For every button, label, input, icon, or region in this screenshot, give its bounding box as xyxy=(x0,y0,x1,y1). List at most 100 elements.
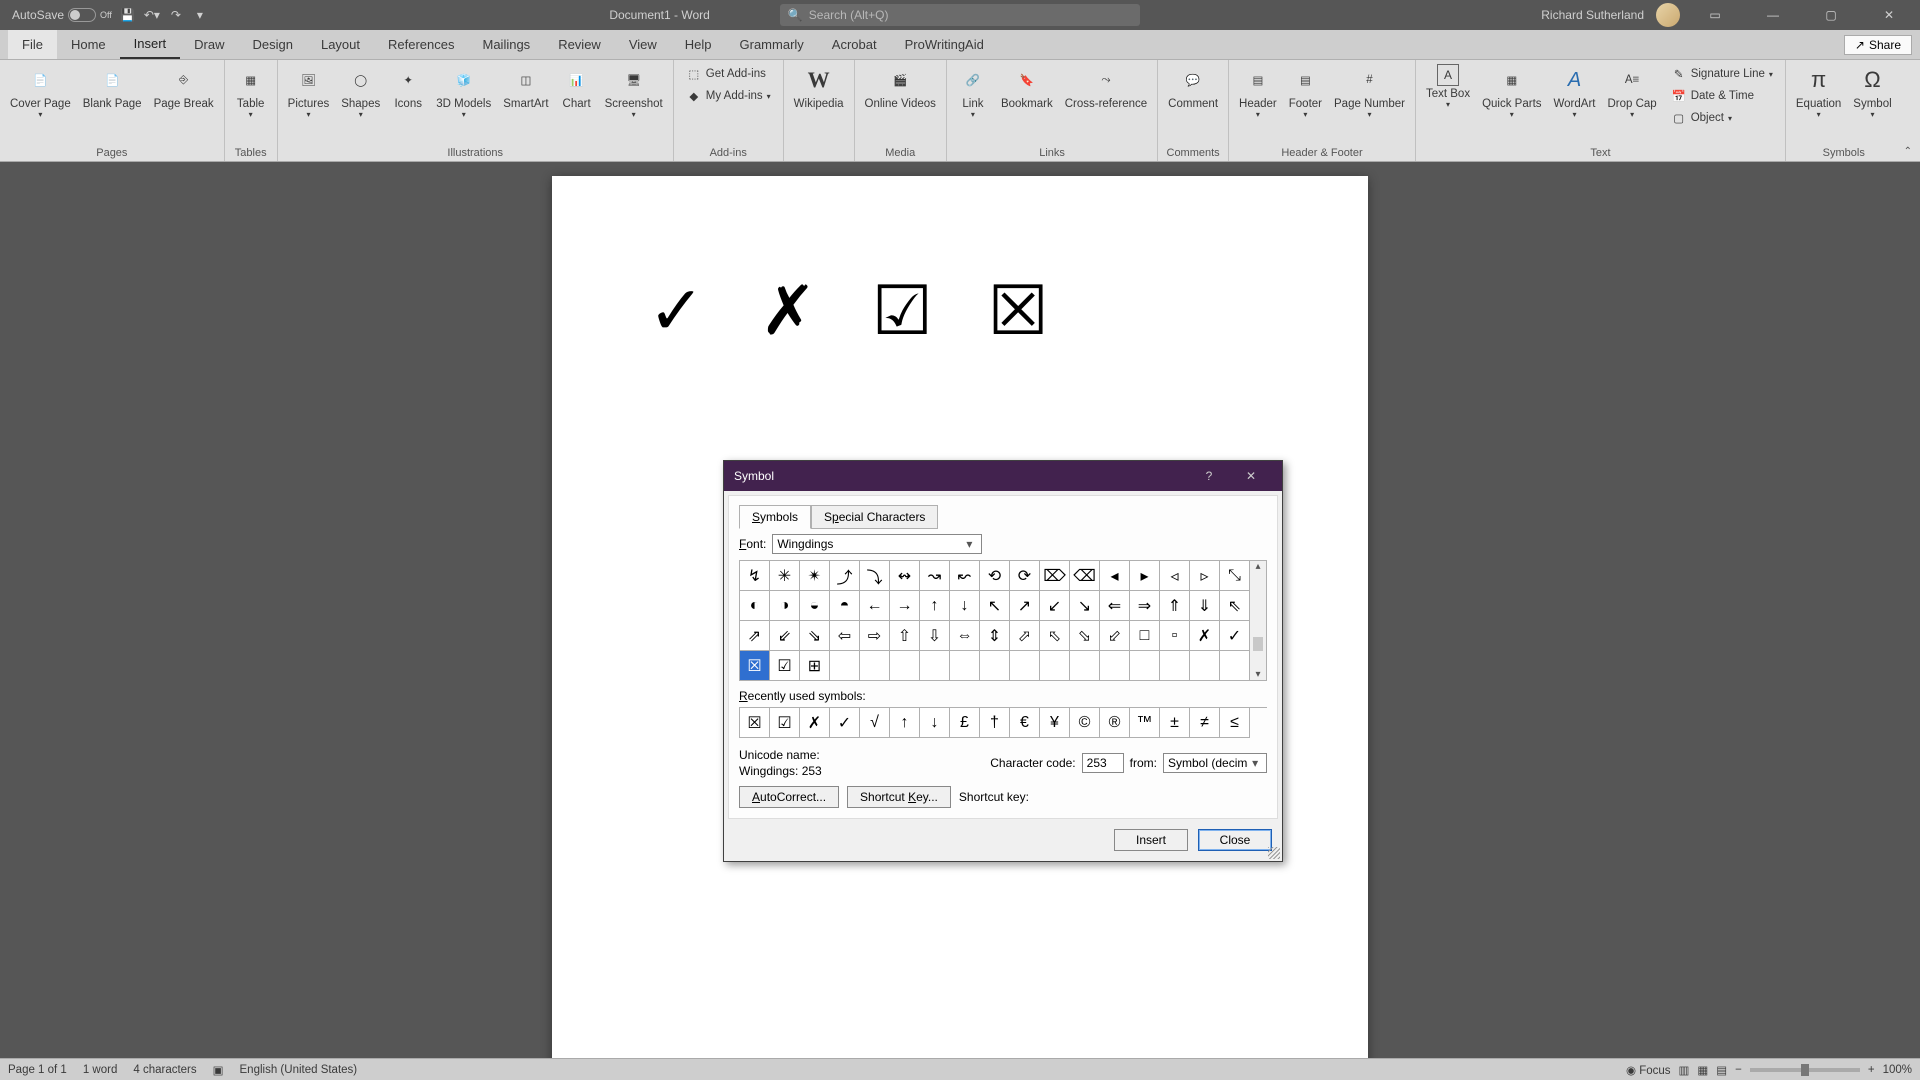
symbol-cell[interactable] xyxy=(1010,651,1040,681)
symbol-button[interactable]: ΩSymbol▾ xyxy=(1847,62,1897,121)
page-break-button[interactable]: ⎆Page Break xyxy=(148,62,220,112)
ribbon-display-options-icon[interactable]: ▭ xyxy=(1692,0,1738,30)
symbol-cell[interactable]: ◐ xyxy=(740,591,770,621)
redo-icon[interactable]: ↷ xyxy=(168,7,184,23)
document-content[interactable]: ✓ ✗ ☑ ☒ xyxy=(648,272,1272,351)
minimize-icon[interactable]: — xyxy=(1750,0,1796,30)
recent-symbol-cell[interactable]: ✗ xyxy=(800,708,830,738)
status-words[interactable]: 1 word xyxy=(83,1064,118,1076)
symbol-cell[interactable]: ▸ xyxy=(1130,561,1160,591)
print-layout-icon[interactable]: ▦ xyxy=(1697,1063,1708,1077)
3d-models-button[interactable]: 🧊3D Models▾ xyxy=(430,62,497,121)
symbol-cell[interactable]: ⇑ xyxy=(1160,591,1190,621)
symbol-cell[interactable] xyxy=(980,651,1010,681)
smartart-button[interactable]: ◫SmartArt xyxy=(497,62,554,112)
comment-button[interactable]: 💬Comment xyxy=(1162,62,1224,112)
footer-button[interactable]: ▤Footer▾ xyxy=(1283,62,1328,121)
recent-symbols-row[interactable]: ☒☑✗✓√↑↓£†€¥©®™±≠≤ xyxy=(739,707,1267,738)
symbol-cell[interactable]: ⬀ xyxy=(1010,621,1040,651)
tab-references[interactable]: References xyxy=(374,30,468,59)
tab-draw[interactable]: Draw xyxy=(180,30,238,59)
bookmark-button[interactable]: 🔖Bookmark xyxy=(995,62,1059,112)
tab-mailings[interactable]: Mailings xyxy=(469,30,545,59)
symbol-cell[interactable]: ⇔ xyxy=(950,621,980,651)
symbol-cell[interactable]: ↓ xyxy=(950,591,980,621)
symbol-cell[interactable]: ✴ xyxy=(800,561,830,591)
recent-symbol-cell[interactable]: √ xyxy=(860,708,890,738)
symbol-cell[interactable] xyxy=(1070,651,1100,681)
object-button[interactable]: ▢Object▾ xyxy=(1667,108,1777,128)
undo-icon[interactable]: ↶▾ xyxy=(144,7,160,23)
symbol-cell[interactable]: ⇓ xyxy=(1190,591,1220,621)
symbol-cell[interactable] xyxy=(1220,651,1250,681)
shapes-button[interactable]: ◯Shapes▾ xyxy=(335,62,386,121)
search-box[interactable]: 🔍 Search (Alt+Q) xyxy=(780,4,1140,26)
symbol-cell[interactable]: ⬂ xyxy=(1070,621,1100,651)
symbol-cell[interactable]: ↖ xyxy=(980,591,1010,621)
dialog-titlebar[interactable]: Symbol ? ✕ xyxy=(724,461,1282,491)
recent-symbol-cell[interactable]: ☑ xyxy=(770,708,800,738)
share-button[interactable]: ↗ Share xyxy=(1844,35,1912,55)
symbol-cell[interactable]: ⇖ xyxy=(1220,591,1250,621)
symbol-cell[interactable]: ↘ xyxy=(1070,591,1100,621)
tab-grammarly[interactable]: Grammarly xyxy=(726,30,818,59)
symbol-cell[interactable]: ↭ xyxy=(890,561,920,591)
close-icon[interactable]: ✕ xyxy=(1866,0,1912,30)
tab-prowritingaid[interactable]: ProWritingAid xyxy=(891,30,998,59)
symbol-cell[interactable]: □ xyxy=(1130,621,1160,651)
wordart-button[interactable]: AWordArt▾ xyxy=(1548,62,1602,121)
recent-symbol-cell[interactable]: ✓ xyxy=(830,708,860,738)
symbol-cell[interactable]: ☑ xyxy=(770,651,800,681)
symbol-cell[interactable]: ⤡ xyxy=(1220,561,1250,591)
symbol-cell[interactable]: ⟲ xyxy=(980,561,1010,591)
symbol-cell[interactable]: ⬁ xyxy=(1040,621,1070,651)
status-chars[interactable]: 4 characters xyxy=(133,1064,196,1076)
symbol-cell[interactable]: ⇦ xyxy=(830,621,860,651)
symbol-cell[interactable]: ⇩ xyxy=(920,621,950,651)
symbol-cell[interactable] xyxy=(1040,651,1070,681)
symbol-cell[interactable]: ⇘ xyxy=(800,621,830,651)
status-lang[interactable]: English (United States) xyxy=(240,1064,358,1076)
zoom-level[interactable]: 100% xyxy=(1883,1064,1912,1076)
signature-line-button[interactable]: ✎Signature Line▾ xyxy=(1667,64,1777,84)
symbol-cell[interactable] xyxy=(950,651,980,681)
symbol-cell[interactable] xyxy=(1130,651,1160,681)
cross-ref-button[interactable]: ⤳Cross-reference xyxy=(1059,62,1153,112)
autosave-toggle[interactable]: AutoSave Off xyxy=(12,8,112,22)
qat-more-icon[interactable]: ▾ xyxy=(192,7,208,23)
symbol-cell[interactable]: ↯ xyxy=(740,561,770,591)
symbol-cell[interactable]: ◓ xyxy=(830,591,860,621)
symbol-cell[interactable] xyxy=(1190,651,1220,681)
recent-symbol-cell[interactable]: ≠ xyxy=(1190,708,1220,738)
symbol-cell[interactable]: ▫ xyxy=(1160,621,1190,651)
symbol-cell[interactable]: ☒ xyxy=(740,651,770,681)
tab-view[interactable]: View xyxy=(615,30,671,59)
symbol-cell[interactable]: ⤴ xyxy=(830,561,860,591)
symbol-cell[interactable]: ⟳ xyxy=(1010,561,1040,591)
online-videos-button[interactable]: 🎬Online Videos xyxy=(859,62,942,112)
symbol-cell[interactable]: ⌦ xyxy=(1040,561,1070,591)
symbol-cell[interactable]: ◃ xyxy=(1160,561,1190,591)
symbol-cell[interactable]: ⇕ xyxy=(980,621,1010,651)
tab-special-characters[interactable]: Special Characters xyxy=(811,505,938,529)
web-layout-icon[interactable]: ▤ xyxy=(1716,1063,1727,1077)
symbol-cell[interactable]: ⊞ xyxy=(800,651,830,681)
scroll-down-icon[interactable]: ▾ xyxy=(1255,669,1260,680)
dialog-close-icon[interactable]: ✕ xyxy=(1230,461,1272,491)
zoom-slider[interactable] xyxy=(1750,1068,1860,1072)
symbol-cell[interactable]: ⇧ xyxy=(890,621,920,651)
equation-button[interactable]: πEquation▾ xyxy=(1790,62,1847,121)
recent-symbol-cell[interactable]: ↓ xyxy=(920,708,950,738)
symbol-cell[interactable]: ✓ xyxy=(1220,621,1250,651)
tab-acrobat[interactable]: Acrobat xyxy=(818,30,891,59)
tab-layout[interactable]: Layout xyxy=(307,30,374,59)
collapse-ribbon-icon[interactable]: ⌃ xyxy=(1904,146,1912,157)
symbol-cell[interactable]: ↝ xyxy=(920,561,950,591)
date-time-button[interactable]: 📅Date & Time xyxy=(1667,86,1777,106)
symbol-grid[interactable]: ↯✳✴⤴⤵↭↝↜⟲⟳⌦⌫◂▸◃▹⤡◐◑◒◓←→↑↓↖↗↙↘⇐⇒⇑⇓⇖⇗⇙⇘⇦⇨⇧… xyxy=(739,560,1250,681)
symbol-cell[interactable]: ◒ xyxy=(800,591,830,621)
resize-grip[interactable] xyxy=(1268,847,1280,859)
link-button[interactable]: 🔗Link▾ xyxy=(951,62,995,121)
symbol-cell[interactable]: ✳ xyxy=(770,561,800,591)
quickparts-button[interactable]: ▦Quick Parts▾ xyxy=(1476,62,1547,121)
